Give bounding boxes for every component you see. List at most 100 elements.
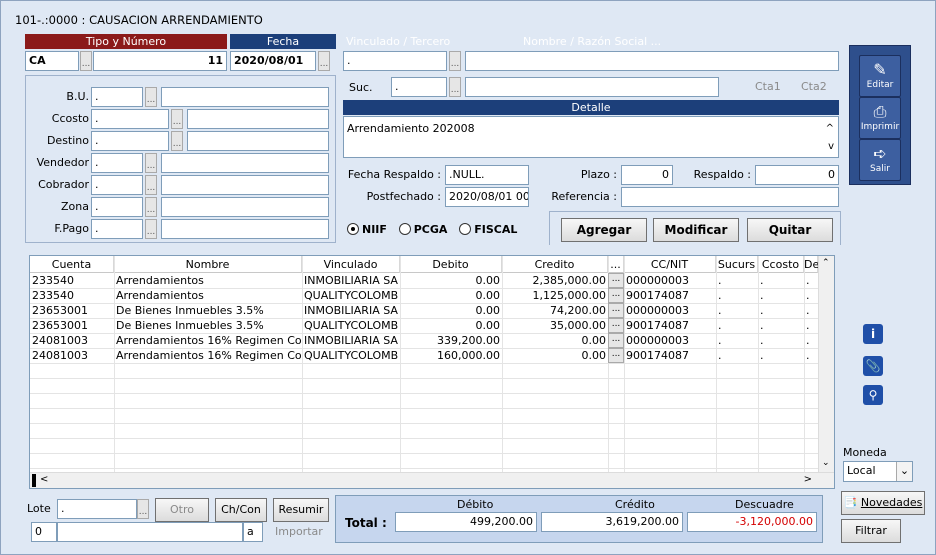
zona-label: Zona <box>61 200 89 213</box>
chevron-down-icon[interactable]: ⌄ <box>896 462 912 481</box>
radio-fiscal[interactable]: FISCAL <box>459 223 517 236</box>
table-cell: 000000003 <box>626 334 689 347</box>
agregar-button[interactable]: Agregar <box>561 218 647 242</box>
lote-lookup-button[interactable]: ... <box>137 499 149 519</box>
chcon-button[interactable]: Ch/Con <box>215 498 267 522</box>
lote-range-field[interactable] <box>57 522 243 542</box>
respaldo-field[interactable]: 0 <box>755 165 839 185</box>
vinculado-lookup-button[interactable]: ... <box>449 51 461 71</box>
tipo-field[interactable]: CA <box>25 51 79 71</box>
modificar-button[interactable]: Modificar <box>653 218 739 242</box>
column-header[interactable]: Vinculado <box>302 256 400 273</box>
row-lookup-button[interactable]: ... <box>608 318 624 333</box>
table-row[interactable]: 24081003 Arrendamientos 16% Regimen Com QU… <box>30 348 818 363</box>
suc-lookup-button[interactable]: ... <box>449 77 461 97</box>
lote-field[interactable]: . <box>57 499 137 519</box>
row-lookup-button[interactable]: ... <box>608 348 624 363</box>
ccosto-lookup-button[interactable]: ... <box>171 109 183 129</box>
table-cell: 900174087 <box>626 319 689 332</box>
row-lookup-button[interactable]: ... <box>608 288 624 303</box>
importar-button[interactable]: Importar <box>275 525 323 538</box>
detalle-scroll-down-icon[interactable]: v <box>828 139 834 155</box>
table-cell: 000000003 <box>626 304 689 317</box>
fecha-picker-button[interactable]: ... <box>318 51 330 71</box>
table-cell: QUALITYCOLOMB <box>304 319 399 332</box>
imprimir-button[interactable]: ⎙ Imprimir <box>859 97 901 139</box>
radio-pcga-icon <box>398 223 411 235</box>
fecha-respaldo-field[interactable]: .NULL. <box>445 165 529 185</box>
novedades-label: Novedades <box>860 496 923 509</box>
radio-niif-icon <box>347 223 359 235</box>
destino-lookup-button[interactable]: ... <box>171 131 183 151</box>
detalle-scroll-up-icon[interactable]: ^ <box>826 121 834 137</box>
table-cell: . <box>718 304 722 317</box>
scroll-down-icon[interactable]: ⌄ <box>822 458 830 468</box>
column-header[interactable]: Ccosto <box>758 256 804 273</box>
postfechado-field[interactable]: 2020/08/01 00 <box>445 187 529 207</box>
resumir-button[interactable]: Resumir <box>273 498 329 522</box>
radio-pcga[interactable]: PCGA <box>398 223 447 236</box>
attach-icon[interactable]: 📎 <box>863 356 883 376</box>
lote-num-field[interactable]: 0 <box>31 522 57 542</box>
zona-field[interactable]: . <box>91 197 143 217</box>
row-lookup-button[interactable]: ... <box>608 273 624 288</box>
referencia-field[interactable] <box>621 187 839 207</box>
scroll-up-icon[interactable]: ⌃ <box>822 258 830 268</box>
lote-a-field[interactable]: a <box>243 522 263 542</box>
info-icon[interactable]: i <box>863 324 883 344</box>
horizontal-scrollbar[interactable]: < > <box>30 472 834 488</box>
cta1-button[interactable]: Cta1 <box>755 80 781 93</box>
fpago-field[interactable]: . <box>91 219 143 239</box>
table-cell: . <box>718 349 722 362</box>
column-header[interactable]: CC/NIT <box>624 256 716 273</box>
cobrador-lookup-button[interactable]: ... <box>145 175 157 195</box>
bu-field[interactable]: . <box>91 87 143 107</box>
radio-niif[interactable]: NIIF <box>347 223 387 236</box>
vendedor-field[interactable]: . <box>91 153 143 173</box>
vinculado-field[interactable]: . <box>343 51 447 71</box>
detalle-textarea[interactable]: Arrendamiento 202008 ^ v <box>343 116 839 158</box>
suc-field[interactable]: . <box>391 77 447 97</box>
nombre-field[interactable] <box>465 51 839 71</box>
table-row[interactable]: 23653001 De Bienes Inmuebles 3.5% QUALITYC… <box>30 318 818 333</box>
fecha-field[interactable]: 2020/08/01 <box>230 51 316 71</box>
ccosto-field[interactable]: . <box>91 109 169 129</box>
column-header[interactable]: Sucurs <box>716 256 758 273</box>
table-row[interactable]: 24081003 Arrendamientos 16% Regimen Com IN… <box>30 333 818 348</box>
zona-lookup-button[interactable]: ... <box>145 197 157 217</box>
editar-button[interactable]: ✎ Editar <box>859 55 901 97</box>
scroll-left-icon[interactable]: < <box>40 474 48 485</box>
filtrar-button[interactable]: Filtrar <box>841 519 901 543</box>
quitar-button[interactable]: Quitar <box>747 218 833 242</box>
cta2-button[interactable]: Cta2 <box>801 80 827 93</box>
column-header[interactable]: ... <box>608 256 624 273</box>
table-row[interactable]: 233540 Arrendamientos INMOBILIARIA SA 0.00 2… <box>30 273 818 288</box>
scroll-right-icon[interactable]: > <box>804 474 812 485</box>
column-header[interactable]: De <box>804 256 819 273</box>
row-lookup-button[interactable]: ... <box>608 333 624 348</box>
vertical-scrollbar[interactable]: ⌃ ⌄ <box>818 256 834 472</box>
otro-button[interactable]: Otro <box>155 498 209 522</box>
entries-table[interactable]: Cuenta Nombre Vinculado Debito Credito... CC/… <box>29 255 835 489</box>
destino-field[interactable]: . <box>91 131 169 151</box>
table-row[interactable]: 233540 Arrendamientos QUALITYCOLOMB 0.00 1,1… <box>30 288 818 303</box>
column-header[interactable]: Nombre <box>114 256 302 273</box>
cobrador-field[interactable]: . <box>91 175 143 195</box>
radio-niif-label: NIIF <box>362 223 387 236</box>
table-row[interactable]: 23653001 De Bienes Inmuebles 3.5% INMOBILI… <box>30 303 818 318</box>
table-cell: . <box>760 319 764 332</box>
salir-button[interactable]: ➪ Salir <box>859 139 901 181</box>
row-lookup-button[interactable]: ... <box>608 303 624 318</box>
bu-lookup-button[interactable]: ... <box>145 87 157 107</box>
novedades-button[interactable]: 📑 Novedades <box>841 491 925 515</box>
column-header[interactable]: Credito <box>502 256 608 273</box>
column-header[interactable]: Cuenta <box>30 256 114 273</box>
tipo-lookup-button[interactable]: ... <box>80 51 92 71</box>
search-icon[interactable]: ⚲ <box>863 385 883 405</box>
plazo-field[interactable]: 0 <box>621 165 673 185</box>
fpago-lookup-button[interactable]: ... <box>145 219 157 239</box>
moneda-select[interactable]: Local ⌄ <box>843 461 913 482</box>
vendedor-lookup-button[interactable]: ... <box>145 153 157 173</box>
column-header[interactable]: Debito <box>400 256 502 273</box>
numero-field[interactable]: 11 <box>93 51 227 71</box>
